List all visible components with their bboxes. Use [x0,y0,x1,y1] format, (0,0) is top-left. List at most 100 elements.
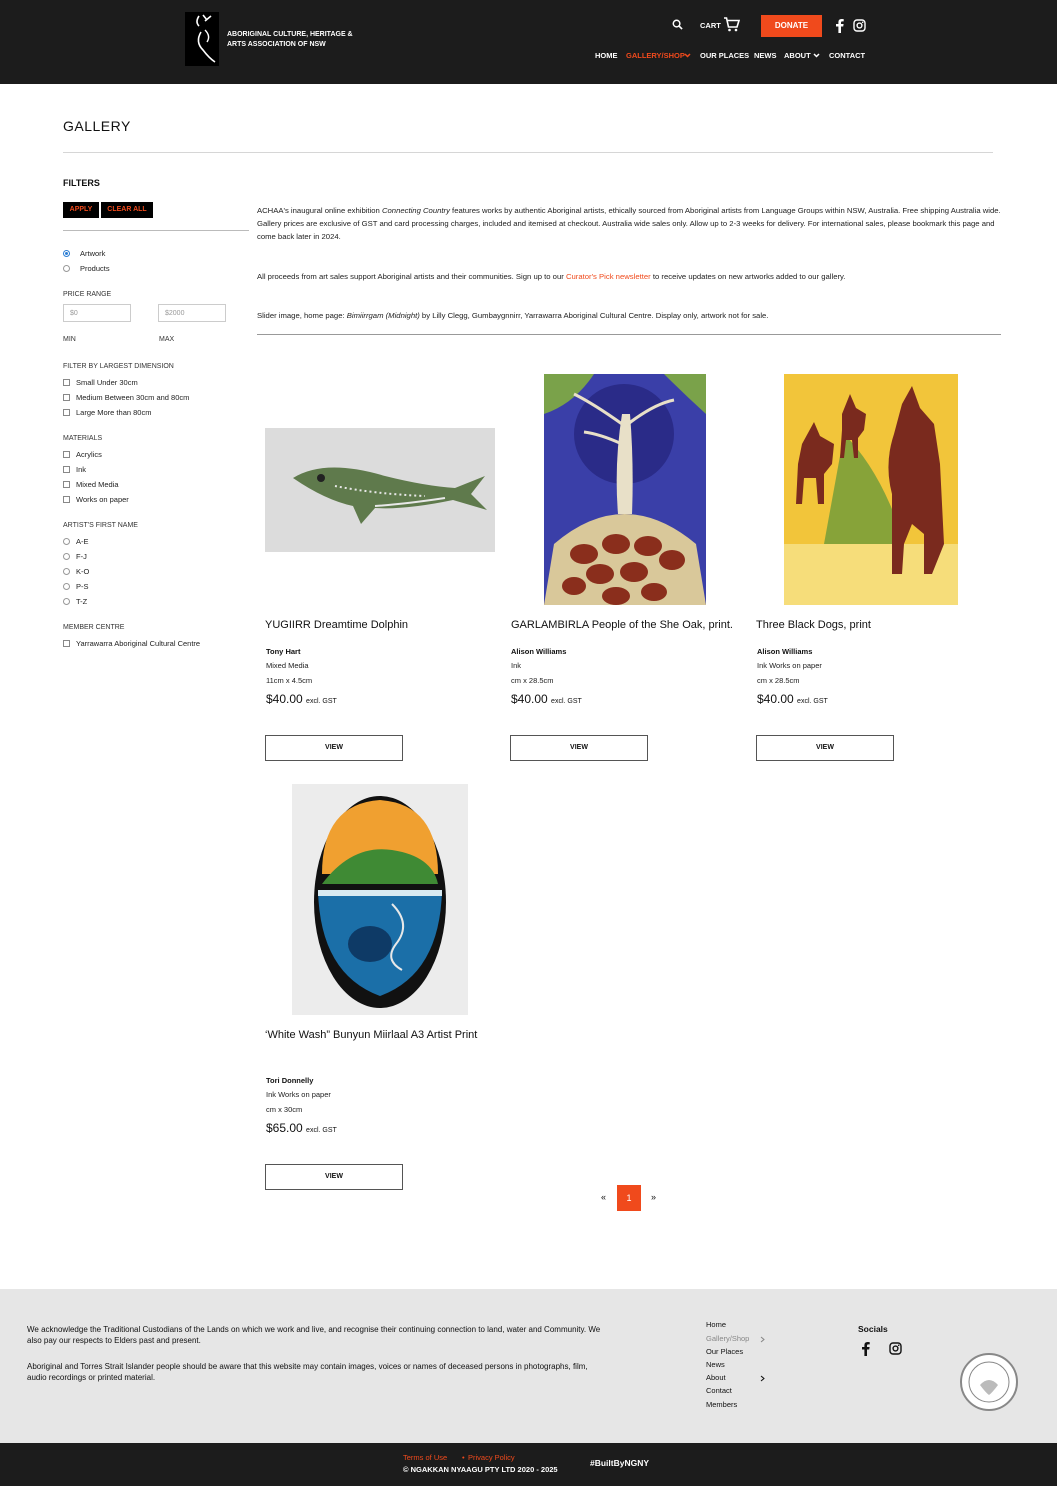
view-product-button[interactable]: VIEW [756,735,894,761]
view-product-button[interactable]: VIEW [510,735,648,761]
footer-link-our-places[interactable]: Our Places [706,1347,743,1356]
artist-label-t-z: T-Z [76,597,88,606]
dimension-checkbox-medium[interactable] [63,394,70,401]
footer-link-news[interactable]: News [706,1360,725,1369]
facebook-icon[interactable] [835,18,844,33]
material-checkbox-works-on-paper[interactable] [63,496,70,503]
link-separator: • [462,1453,465,1462]
newsletter-link[interactable]: Curator's Pick newsletter [566,272,651,281]
dimension-checkbox-large[interactable] [63,409,70,416]
terms-link[interactable]: Terms of Use [403,1453,447,1462]
dimension-checkbox-small[interactable] [63,379,70,386]
apply-filters-button[interactable]: APPLY [63,202,99,218]
acknowledgement-text: We acknowledge the Traditional Custodian… [27,1325,601,1345]
material-label-mixed-media: Mixed Media [76,480,119,489]
price-min-input[interactable]: $0 [63,304,131,322]
title-divider [63,152,993,153]
artist-label-p-s: P-S [76,582,89,591]
intro-divider [257,334,1001,335]
nav-home[interactable]: HOME [595,51,618,60]
product-material: Ink Works on paper [266,1090,331,1099]
material-label-acrylics: Acrylics [76,450,102,459]
registered-charity-badge [960,1353,1018,1411]
product-artist: Alison Williams [757,647,813,656]
facebook-icon[interactable] [861,1341,870,1356]
product-image-white-wash[interactable] [292,784,468,1015]
product-image-three-black-dogs[interactable] [784,374,958,605]
price-max-label: MAX [159,336,175,343]
material-checkbox-mixed-media[interactable] [63,481,70,488]
artist-radio-k-o[interactable] [63,568,70,575]
footer-link-contact[interactable]: Contact [706,1386,732,1395]
nav-about[interactable]: ABOUT [784,51,811,60]
instagram-icon[interactable] [853,19,866,32]
artist-label-k-o: K-O [76,567,90,576]
footer-link-members[interactable]: Members [706,1400,737,1409]
cart-icon[interactable] [723,17,740,32]
chevron-right-icon [760,1336,765,1343]
nav-our-places[interactable]: OUR PLACES [700,51,749,60]
type-radio-products[interactable] [63,265,70,272]
clear-all-filters-button[interactable]: CLEAR ALL [101,202,153,218]
view-product-button[interactable]: VIEW [265,735,403,761]
artist-radio-a-e[interactable] [63,538,70,545]
search-icon[interactable] [672,19,683,30]
footer-link-home[interactable]: Home [706,1320,726,1329]
logo-mark-icon [196,14,216,63]
price-range-heading: PRICE RANGE [63,291,112,298]
page-title: GALLERY [63,118,131,134]
nav-news[interactable]: NEWS [754,51,777,60]
price-max-input[interactable]: $2000 [158,304,226,322]
material-checkbox-acrylics[interactable] [63,451,70,458]
product-title[interactable]: Three Black Dogs, print [756,616,986,635]
site-footer: We acknowledge the Traditional Custodian… [0,1289,1057,1443]
pagination-prev[interactable]: « [601,1192,606,1202]
privacy-link[interactable]: Privacy Policy [468,1453,515,1462]
product-image-she-oak[interactable] [544,374,706,605]
product-title[interactable]: YUGIIRR Dreamtime Dolphin [265,616,495,635]
cart-link[interactable]: CART [700,21,721,30]
view-product-button[interactable]: VIEW [265,1164,403,1190]
site-header: ABORIGINAL CULTURE, HERITAGE & ARTS ASSO… [0,0,1057,84]
footer-link-about[interactable]: About [706,1373,726,1382]
instagram-icon[interactable] [889,1342,902,1355]
dimension-label-small: Small Under 30cm [76,378,138,387]
member-checkbox-yarrawarra[interactable] [63,640,70,647]
artist-label-a-e: A-E [76,537,89,546]
price-min-label: MIN [63,336,76,343]
site-name: ABORIGINAL CULTURE, HERITAGE & ARTS ASSO… [227,31,353,48]
product-material: Mixed Media [266,661,309,670]
product-image-dolphin[interactable] [265,428,495,552]
member-centre-heading: MEMBER CENTRE [63,624,125,631]
filters-divider [63,230,249,231]
nav-contact[interactable]: CONTACT [829,51,865,60]
type-radio-artwork[interactable] [63,250,70,257]
product-title[interactable]: ‘White Wash” Bunyun Miirlaal A3 Artist P… [265,1026,485,1045]
product-size: 11cm x 4.5cm [266,676,313,685]
footer-link-gallery-shop[interactable]: Gallery/Shop [706,1334,749,1343]
built-by-link[interactable]: #BuiltByNGNY [590,1458,649,1468]
material-label-works-on-paper: Works on paper [76,495,129,504]
copyright-text: © NGAKKAN NYAAGU PTY LTD 2020 - 2025 [403,1465,558,1474]
materials-heading: MATERIALS [63,435,103,442]
socials-heading: Socials [858,1324,888,1334]
product-title[interactable]: GARLAMBIRLA People of the She Oak, print… [511,616,741,635]
product-price: $40.00 excl. GST [757,692,828,706]
nav-gallery-shop[interactable]: GALLERY/SHOP [626,51,685,60]
product-price: $40.00 excl. GST [266,692,337,706]
product-artist: Alison Williams [511,647,567,656]
pagination-current-page[interactable]: 1 [617,1185,641,1211]
donate-button[interactable]: DONATE [761,15,822,37]
artist-radio-p-s[interactable] [63,583,70,590]
site-logo[interactable] [185,12,219,66]
artist-radio-t-z[interactable] [63,598,70,605]
artist-label-f-j: F-J [76,552,87,561]
product-artist: Tony Hart [266,647,301,656]
intro-paragraph-1: ACHAA's inaugural online exhibition Conn… [257,206,1001,241]
pagination-next[interactable]: » [651,1192,656,1202]
artist-radio-f-j[interactable] [63,553,70,560]
filters-heading: FILTERS [63,178,100,188]
material-checkbox-ink[interactable] [63,466,70,473]
product-material: Ink [511,661,522,670]
type-label-artwork: Artwork [80,249,106,258]
